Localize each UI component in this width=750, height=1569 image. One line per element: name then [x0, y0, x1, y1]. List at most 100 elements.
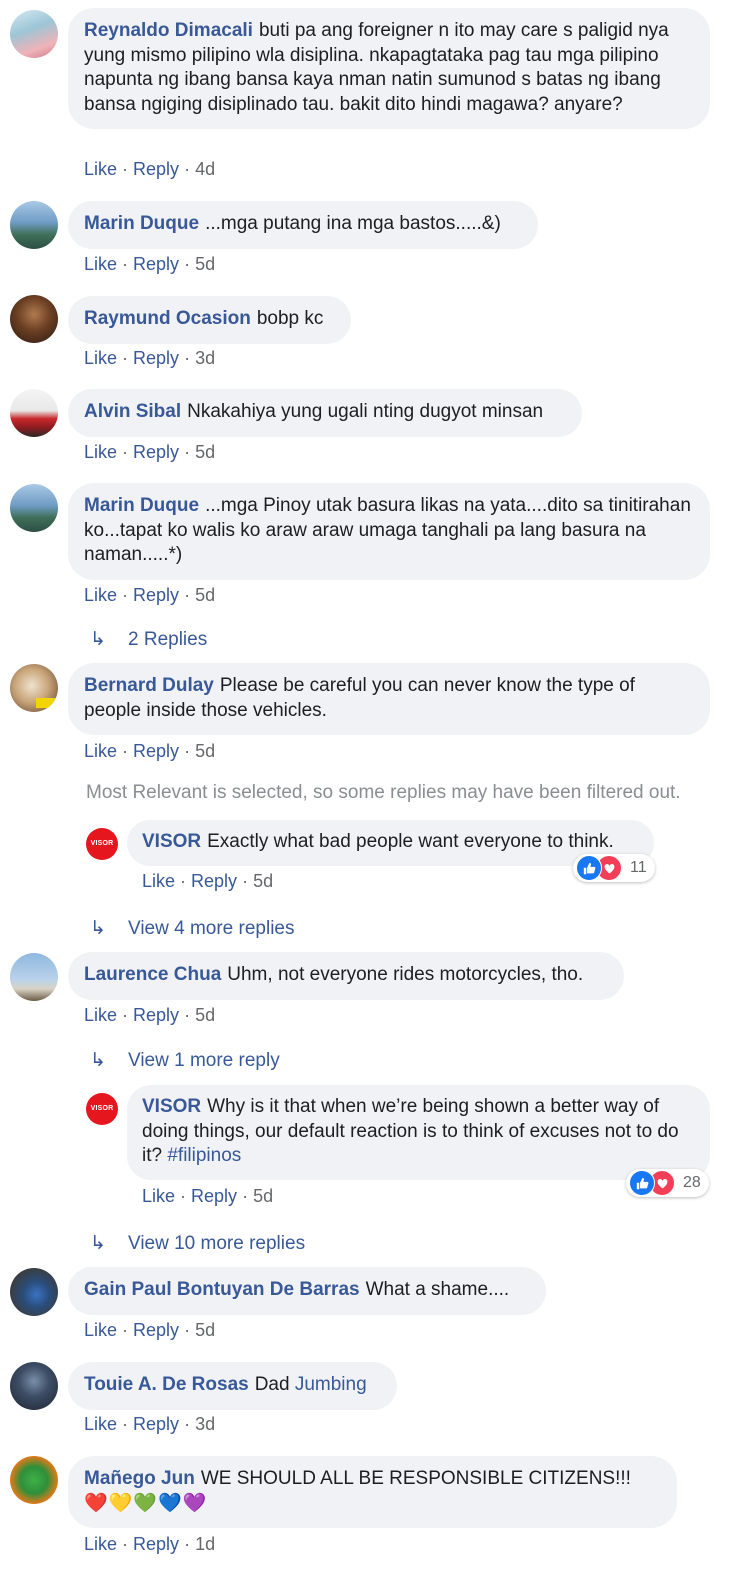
reaction-count: 28	[683, 1174, 701, 1191]
reply-link[interactable]: Reply	[133, 348, 179, 368]
avatar[interactable]	[10, 1362, 58, 1410]
reply-actions: Like · Reply · 5d	[142, 871, 274, 891]
reply-link[interactable]: Reply	[133, 1534, 179, 1554]
author-name[interactable]: Gain Paul Bontuyan De Barras	[84, 1279, 360, 1300]
like-link[interactable]: Like	[84, 1534, 117, 1554]
reply-link[interactable]: Reply	[191, 871, 237, 891]
view-more-replies-link[interactable]: ↳ View 4 more replies	[90, 917, 295, 940]
timestamp[interactable]: 5d	[195, 1320, 215, 1340]
comment-text: Nkakahiya yung ugali nting dugyot minsan	[187, 401, 544, 422]
reply-link[interactable]: Reply	[133, 741, 179, 761]
replies-link[interactable]: ↳ 2 Replies	[90, 628, 207, 651]
author-name[interactable]: Bernard Dulay	[84, 675, 214, 696]
like-link[interactable]: Like	[84, 741, 117, 761]
comment-actions: Like · Reply · 5d	[84, 585, 216, 605]
like-link[interactable]: Like	[84, 348, 117, 368]
timestamp[interactable]: 5d	[195, 741, 215, 761]
reply-link[interactable]: Reply	[133, 159, 179, 179]
view-more-replies-label[interactable]: View 1 more reply	[128, 1050, 280, 1071]
comment-actions: Like · Reply · 1d	[84, 1534, 216, 1554]
reply-arrow-icon: ↳	[90, 918, 106, 939]
view-more-replies-label[interactable]: View 4 more replies	[128, 918, 295, 939]
reply-arrow-icon: ↳	[90, 1050, 106, 1071]
comment-text: What a shame....	[365, 1279, 510, 1300]
timestamp[interactable]: 5d	[253, 871, 273, 891]
comment-actions: Like · Reply · 3d	[84, 1414, 216, 1434]
timestamp[interactable]: 3d	[195, 1414, 215, 1434]
comment-text: Dad	[254, 1374, 290, 1395]
like-link[interactable]: Like	[84, 254, 117, 274]
avatar[interactable]	[10, 1268, 58, 1316]
timestamp[interactable]: 5d	[253, 1186, 273, 1206]
timestamp[interactable]: 5d	[195, 585, 215, 605]
reaction-count: 11	[630, 859, 647, 876]
reply-link[interactable]: Reply	[133, 442, 179, 462]
reply-link[interactable]: Reply	[133, 585, 179, 605]
author-name[interactable]: Mañego Jun	[84, 1468, 195, 1489]
reaction-summary[interactable]: 11	[573, 854, 655, 882]
comment-actions: Like · Reply · 3d	[84, 348, 216, 368]
comment-bubble: Bernard Dulay Please be careful you can n…	[68, 663, 710, 735]
heart-emoji-row: ❤️💛💚💙💜	[84, 1492, 208, 1514]
view-more-replies-link[interactable]: ↳ View 1 more reply	[90, 1049, 280, 1072]
reply-link[interactable]: Reply	[133, 1414, 179, 1434]
avatar[interactable]	[10, 201, 58, 249]
like-link[interactable]: Like	[84, 585, 117, 605]
author-name[interactable]: VISOR	[142, 831, 201, 852]
avatar[interactable]	[10, 295, 58, 343]
author-name[interactable]: Touie A. De Rosas	[84, 1374, 249, 1395]
author-name[interactable]: Laurence Chua	[84, 964, 221, 985]
avatar[interactable]	[10, 664, 58, 712]
hashtag-link[interactable]: #filipinos	[167, 1145, 241, 1166]
avatar[interactable]	[10, 953, 58, 1001]
view-more-replies-label[interactable]: View 10 more replies	[128, 1233, 305, 1254]
reply-link[interactable]: Reply	[191, 1186, 237, 1206]
avatar[interactable]	[10, 389, 58, 437]
comment-bubble: Alvin Sibal Nkakahiya yung ugali nting du…	[68, 389, 582, 437]
reply-link[interactable]: Reply	[133, 1005, 179, 1025]
author-name[interactable]: Marin Duque	[84, 213, 199, 234]
comment-actions: Like · Reply · 5d	[84, 1320, 216, 1340]
mention-link[interactable]: Jumbing	[295, 1374, 367, 1395]
comment-actions: Like · Reply · 5d	[84, 254, 216, 274]
author-name[interactable]: Raymund Ocasion	[84, 308, 251, 329]
author-name[interactable]: VISOR	[142, 1096, 201, 1117]
reply-arrow-icon: ↳	[90, 629, 106, 650]
like-link[interactable]: Like	[84, 1005, 117, 1025]
avatar[interactable]: VISOR	[86, 828, 118, 860]
timestamp[interactable]: 4d	[195, 159, 215, 179]
comment-bubble: Marin Duque ...mga putang ina mga bastos.…	[68, 201, 538, 249]
comment-bubble: Gain Paul Bontuyan De Barras What a shame…	[68, 1267, 546, 1315]
timestamp[interactable]: 3d	[195, 348, 215, 368]
comment-actions: Like · Reply · 5d	[84, 741, 216, 761]
timestamp[interactable]: 5d	[195, 1005, 215, 1025]
timestamp[interactable]: 5d	[195, 442, 215, 462]
reply-link[interactable]: Reply	[133, 254, 179, 274]
like-link[interactable]: Like	[142, 1186, 175, 1206]
timestamp[interactable]: 5d	[195, 254, 215, 274]
like-link[interactable]: Like	[84, 159, 117, 179]
author-name[interactable]: Reynaldo Dimacali	[84, 20, 253, 41]
like-link[interactable]: Like	[84, 1320, 117, 1340]
like-reaction-icon	[576, 855, 602, 881]
avatar[interactable]	[10, 484, 58, 532]
comment-text: Uhm, not everyone rides motorcycles, tho…	[227, 964, 584, 985]
like-link[interactable]: Like	[84, 1414, 117, 1434]
reply-actions: Like · Reply · 5d	[142, 1186, 274, 1206]
replies-link-label[interactable]: 2 Replies	[128, 629, 207, 650]
avatar[interactable]	[10, 10, 58, 58]
avatar[interactable]	[10, 1456, 58, 1504]
author-name[interactable]: Alvin Sibal	[84, 401, 181, 422]
comment-bubble: Raymund Ocasion bobp kc	[68, 296, 351, 344]
avatar[interactable]: VISOR	[86, 1093, 118, 1125]
timestamp[interactable]: 1d	[195, 1534, 215, 1554]
reply-link[interactable]: Reply	[133, 1320, 179, 1340]
author-name[interactable]: Marin Duque	[84, 495, 199, 516]
view-more-replies-link[interactable]: ↳ View 10 more replies	[90, 1232, 305, 1255]
reaction-summary[interactable]: 28	[626, 1169, 709, 1197]
like-link[interactable]: Like	[142, 871, 175, 891]
like-link[interactable]: Like	[84, 442, 117, 462]
comment-text: ...mga putang ina mga bastos.....&)	[205, 213, 501, 234]
reply-bubble: VISOR Why is it that when we’re being sho…	[127, 1085, 710, 1180]
comment-actions: Like · Reply · 4d	[84, 159, 216, 179]
